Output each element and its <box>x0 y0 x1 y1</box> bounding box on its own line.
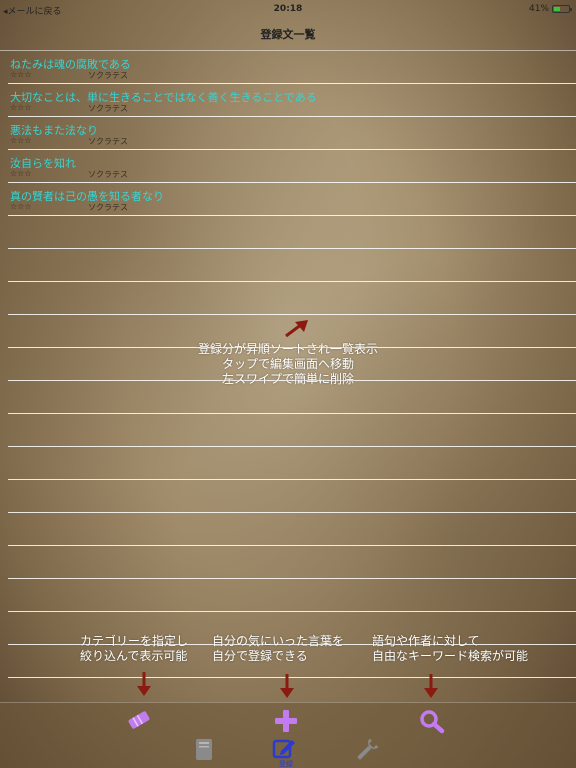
category-filter-icon[interactable] <box>126 709 152 731</box>
entry-text: 真の賢者は己の愚を知る者なり <box>10 190 164 203</box>
entry-author: ソクラテス <box>88 71 128 80</box>
search-hint-line: 語句や作者に対して <box>372 634 480 648</box>
entry-rating: ☆☆☆ <box>10 136 32 145</box>
library-book-icon[interactable] <box>193 737 215 763</box>
list-hint-line: タップで編集画面へ移動 <box>221 357 354 371</box>
entry-author: ソクラテス <box>88 137 128 146</box>
settings-wrench-icon[interactable] <box>354 737 380 763</box>
empty-row <box>8 480 576 513</box>
entry-rating: ☆☆☆ <box>10 202 32 211</box>
register-tab-label: 登録 <box>279 760 293 768</box>
search-hint-line: 自由なキーワード検索が可能 <box>372 649 529 663</box>
add-hint-line: 自分の気にいった言葉を <box>212 634 345 648</box>
add-hint-arrow-icon <box>280 674 294 698</box>
entry-rating: ☆☆☆ <box>10 169 32 178</box>
entry-row[interactable]: 大切なことは、単に生きることではなく善く生きることである ☆☆☆ ソクラテス <box>8 84 576 117</box>
list-hint-line: 左スワイプで簡単に削除 <box>221 372 354 386</box>
entry-row[interactable]: 真の賢者は己の愚を知る者なり ☆☆☆ ソクラテス <box>8 183 576 216</box>
page-title: 登録文一覧 <box>260 28 316 41</box>
status-time: 20:18 <box>273 4 303 14</box>
battery-indicator: 41% <box>528 4 572 14</box>
register-edit-icon[interactable] <box>271 737 297 759</box>
empty-row <box>8 414 576 447</box>
entry-row[interactable]: 悪法もまた法なり ☆☆☆ ソクラテス <box>8 117 576 150</box>
category-hint-line: 絞り込んで表示可能 <box>80 649 188 663</box>
add-hint: 自分の気にいった言葉を 自分で登録できる <box>212 634 344 664</box>
search-hint: 語句や作者に対して 自由なキーワード検索が可能 <box>372 634 528 664</box>
list-hint-arrow-icon <box>285 320 308 338</box>
category-hint-line: カテゴリーを指定し <box>80 634 189 648</box>
add-hint-line: 自分で登録できる <box>212 649 308 663</box>
status-bar: ◂メールに戻る 20:18 41% <box>0 0 576 20</box>
empty-row <box>8 282 576 315</box>
entry-rating: ☆☆☆ <box>10 70 32 79</box>
empty-row <box>8 579 576 612</box>
entry-author: ソクラテス <box>88 170 128 179</box>
add-entry-plus-icon[interactable] <box>273 708 299 734</box>
entry-rating: ☆☆☆ <box>10 103 32 112</box>
category-hint: カテゴリーを指定し 絞り込んで表示可能 <box>80 634 188 664</box>
empty-row <box>8 513 576 546</box>
battery-percent: 41% <box>528 4 549 14</box>
battery-icon <box>552 5 572 13</box>
empty-row <box>8 249 576 282</box>
entry-row[interactable]: ねたみは魂の腐敗である ☆☆☆ ソクラテス <box>8 51 576 84</box>
search-hint-arrow-icon <box>424 674 438 698</box>
empty-row <box>8 546 576 579</box>
list-hint: 登録分が昇順ソートされ一覧表示 タップで編集画面へ移動 左スワイプで簡単に削除 <box>178 342 398 387</box>
entry-row[interactable]: 汝自らを知れ ☆☆☆ ソクラテス <box>8 150 576 183</box>
entry-author: ソクラテス <box>88 104 128 113</box>
entry-author: ソクラテス <box>88 203 128 212</box>
entry-text: 大切なことは、単に生きることではなく善く生きることである <box>10 91 317 104</box>
empty-row <box>8 216 576 249</box>
search-magnifier-icon[interactable] <box>418 708 446 734</box>
empty-row <box>8 447 576 480</box>
category-hint-arrow-icon <box>137 672 151 696</box>
list-hint-line: 登録分が昇順ソートされ一覧表示 <box>197 342 378 356</box>
bottom-toolbar: 登録 <box>0 702 576 768</box>
